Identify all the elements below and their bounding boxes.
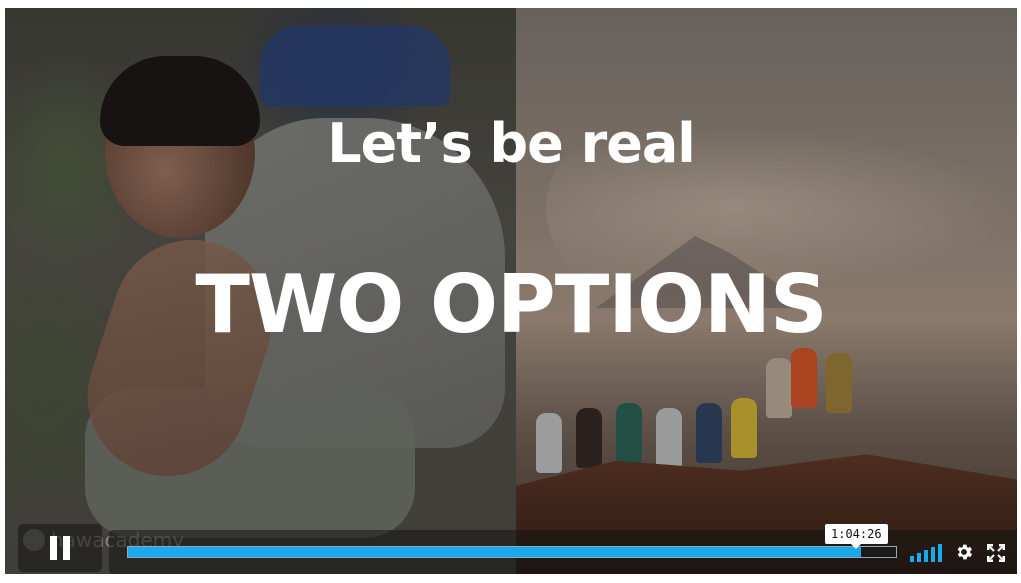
pause-icon xyxy=(50,536,70,560)
progress-fill xyxy=(128,547,862,557)
volume-bar xyxy=(917,553,921,562)
volume-button[interactable] xyxy=(909,540,943,562)
headline-two-options: TWO OPTIONS xyxy=(195,258,827,351)
hover-time-tooltip: 1:04:26 xyxy=(825,524,888,549)
pause-button[interactable] xyxy=(18,524,102,572)
headline-lets-be-real: Let’s be real xyxy=(327,112,696,175)
volume-bar xyxy=(910,556,914,562)
volume-bar xyxy=(924,550,928,562)
fullscreen-button[interactable] xyxy=(985,540,1007,562)
gear-icon xyxy=(957,544,973,560)
settings-button[interactable] xyxy=(953,540,975,562)
volume-bar xyxy=(938,544,942,562)
video-player[interactable]: Let’s be real TWO OPTIONS hawacademy 1:0… xyxy=(5,8,1017,574)
fullscreen-icon xyxy=(987,544,1005,562)
volume-bar xyxy=(931,547,935,562)
progress-bar[interactable] xyxy=(127,546,897,558)
